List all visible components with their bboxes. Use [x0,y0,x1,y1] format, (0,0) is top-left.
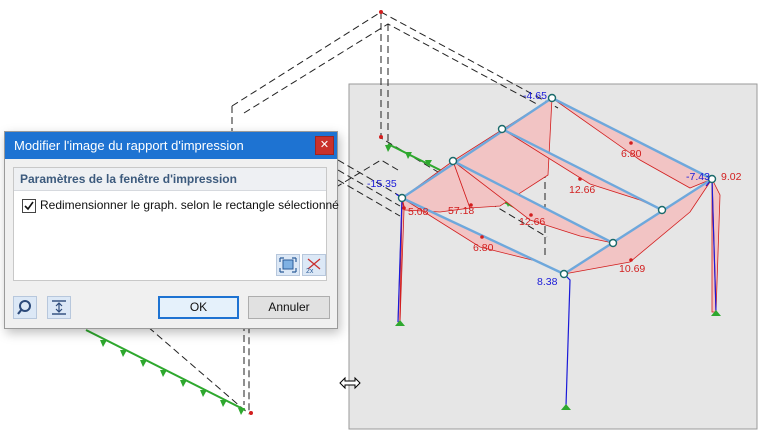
label-v4: -7.43 [686,171,710,183]
label-v5: 9.02 [721,171,742,183]
label-v6: -15.35 [367,178,397,190]
scale-2x-icon: 2x [306,258,321,275]
cancel-button[interactable]: Annuler [248,296,330,319]
ok-button[interactable]: OK [158,296,239,319]
group-header: Paramètres de la fenêtre d'impression [14,168,326,191]
label-v11: 10.69 [619,263,645,275]
close-icon[interactable]: ✕ [315,136,334,155]
scale-2x-button[interactable]: 2x [302,254,326,276]
print-report-image-dialog[interactable]: Modifier l'image du rapport d'impression… [4,131,339,329]
label-v10: 6.80 [473,242,494,254]
search-icon [17,300,31,315]
fit-vertical-button[interactable] [47,296,71,319]
svg-text:2x: 2x [306,268,314,275]
fit-to-rectangle-button[interactable] [276,254,300,276]
resize-checkbox[interactable] [22,199,36,213]
print-window-settings-group: Paramètres de la fenêtre d'impression Re… [13,167,339,281]
label-v9: 12.66 [519,216,545,228]
search-button[interactable] [13,296,37,319]
label-v7: 5.08 [408,206,429,218]
dialog-title: Modifier l'image du rapport d'impression [14,138,244,153]
resize-horizontal-cursor-icon [339,376,361,390]
dialog-titlebar[interactable]: Modifier l'image du rapport d'impression… [5,132,337,159]
selection-rectangle[interactable] [348,83,758,430]
fit-vertical-icon [52,300,66,315]
label-v2: 6.80 [621,148,642,160]
label-v12: 8.38 [537,276,558,288]
checkmark-icon [24,201,34,211]
label-v3: 12.66 [569,184,595,196]
group-title: Paramètres de la fenêtre d'impression [20,172,237,186]
label-v1: -4.65 [523,90,547,102]
label-v8: 57.18 [448,205,474,217]
resize-checkbox-label[interactable]: Redimensionner le graph. selon le rectan… [40,198,339,212]
fit-to-rectangle-icon [279,257,297,273]
